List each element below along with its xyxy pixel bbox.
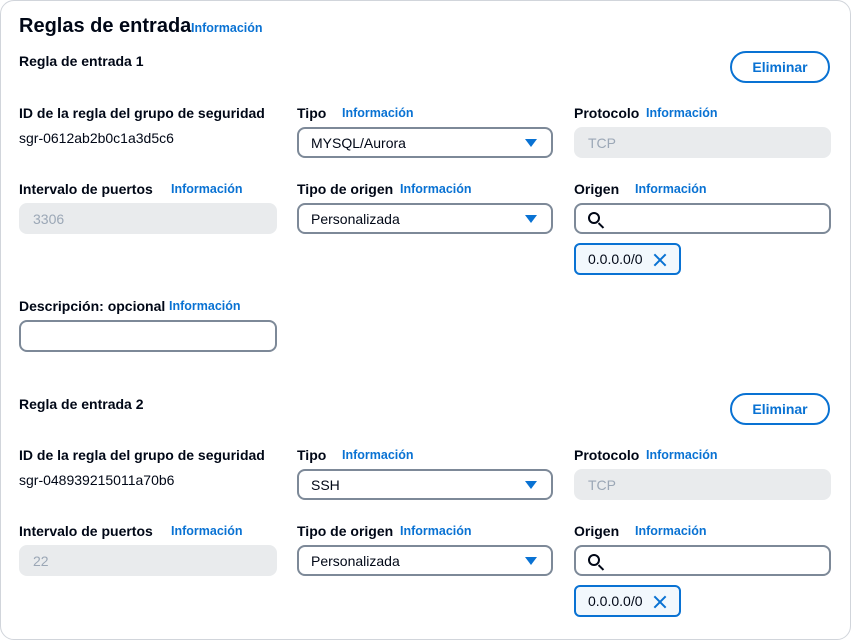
rule-2-type-value: SSH — [311, 476, 340, 493]
rule-2-delete-button[interactable]: Eliminar — [730, 393, 830, 425]
close-icon[interactable] — [653, 595, 667, 609]
rule-1-description-info-link[interactable]: Información — [169, 299, 241, 313]
caret-down-icon — [525, 556, 537, 565]
rule-2-source-search-input[interactable] — [574, 545, 831, 576]
rule-1-protocol-label: Protocolo — [574, 105, 640, 121]
rule-2-heading: Regla de entrada 2 — [19, 396, 144, 412]
rule-2-rule-id-value: sgr-048939215011a70b6 — [19, 472, 175, 488]
rule-2-source-label: Origen — [574, 523, 620, 539]
rule-1-type-label: Tipo — [297, 105, 327, 121]
rule-2-type-info-link[interactable]: Información — [342, 448, 414, 462]
rule-1-port-range-label: Intervalo de puertos — [19, 181, 153, 197]
rule-1-type-value: MYSQL/Aurora — [311, 134, 406, 151]
inbound-rules-panel: Reglas de entrada Información Regla de e… — [0, 0, 851, 640]
rule-2-protocol-label: Protocolo — [574, 447, 640, 463]
rule-1-rule-id-value: sgr-0612ab2b0c1a3d5c6 — [19, 130, 174, 146]
rule-2-port-range-value: 22 — [33, 552, 49, 569]
rule-2-source-type-value: Personalizada — [311, 552, 400, 569]
rule-2-port-range-info-link[interactable]: Información — [171, 524, 243, 538]
rule-1-port-range-field: 3306 — [19, 203, 277, 234]
title-info-link[interactable]: Información — [191, 21, 263, 35]
rule-1-source-type-value: Personalizada — [311, 210, 400, 227]
rule-2-source-type-select[interactable]: Personalizada — [297, 545, 553, 576]
rule-2-port-range-field: 22 — [19, 545, 277, 576]
rule-1-source-token: 0.0.0.0/0 — [574, 243, 681, 275]
rule-2-source-type-label: Tipo de origen — [297, 523, 394, 539]
rule-1-description-input[interactable] — [19, 320, 277, 352]
search-icon — [588, 554, 600, 566]
rule-1-type-select[interactable]: MYSQL/Aurora — [297, 127, 553, 158]
rule-2-protocol-value: TCP — [588, 476, 616, 493]
search-icon — [588, 212, 600, 224]
rule-2-source-info-link[interactable]: Información — [635, 524, 707, 538]
rule-1-source-type-info-link[interactable]: Información — [400, 182, 472, 196]
rule-1-port-range-value: 3306 — [33, 210, 65, 227]
rule-1-port-range-info-link[interactable]: Información — [171, 182, 243, 196]
page-title: Reglas de entrada — [19, 15, 192, 37]
rule-1-heading: Regla de entrada 1 — [19, 53, 144, 69]
rule-1-protocol-info-link[interactable]: Información — [646, 106, 718, 120]
rule-2-type-select[interactable]: SSH — [297, 469, 553, 500]
rule-2-rule-id-label: ID de la regla del grupo de seguridad — [19, 447, 265, 463]
rule-2-source-token: 0.0.0.0/0 — [574, 585, 681, 617]
rule-2-protocol-field: TCP — [574, 469, 831, 500]
caret-down-icon — [525, 480, 537, 489]
rule-1-source-info-link[interactable]: Información — [635, 182, 707, 196]
rule-1-source-search-input[interactable] — [574, 203, 831, 234]
rule-1-source-type-label: Tipo de origen — [297, 181, 394, 197]
rule-1-description-label: Descripción: opcional — [19, 298, 166, 314]
caret-down-icon — [525, 214, 537, 223]
rule-1-source-type-select[interactable]: Personalizada — [297, 203, 553, 234]
caret-down-icon — [525, 138, 537, 147]
rule-1-source-token-label: 0.0.0.0/0 — [588, 251, 643, 267]
rule-2-protocol-info-link[interactable]: Información — [646, 448, 718, 462]
rule-1-protocol-field: TCP — [574, 127, 831, 158]
rule-1-rule-id-label: ID de la regla del grupo de seguridad — [19, 105, 265, 121]
rule-2-port-range-label: Intervalo de puertos — [19, 523, 153, 539]
rule-1-type-info-link[interactable]: Información — [342, 106, 414, 120]
rule-1-source-label: Origen — [574, 181, 620, 197]
rule-2-source-token-label: 0.0.0.0/0 — [588, 593, 643, 609]
close-icon[interactable] — [653, 253, 667, 267]
rule-2-type-label: Tipo — [297, 447, 327, 463]
rule-1-delete-button[interactable]: Eliminar — [730, 51, 830, 83]
rule-1-protocol-value: TCP — [588, 134, 616, 151]
rule-2-source-type-info-link[interactable]: Información — [400, 524, 472, 538]
